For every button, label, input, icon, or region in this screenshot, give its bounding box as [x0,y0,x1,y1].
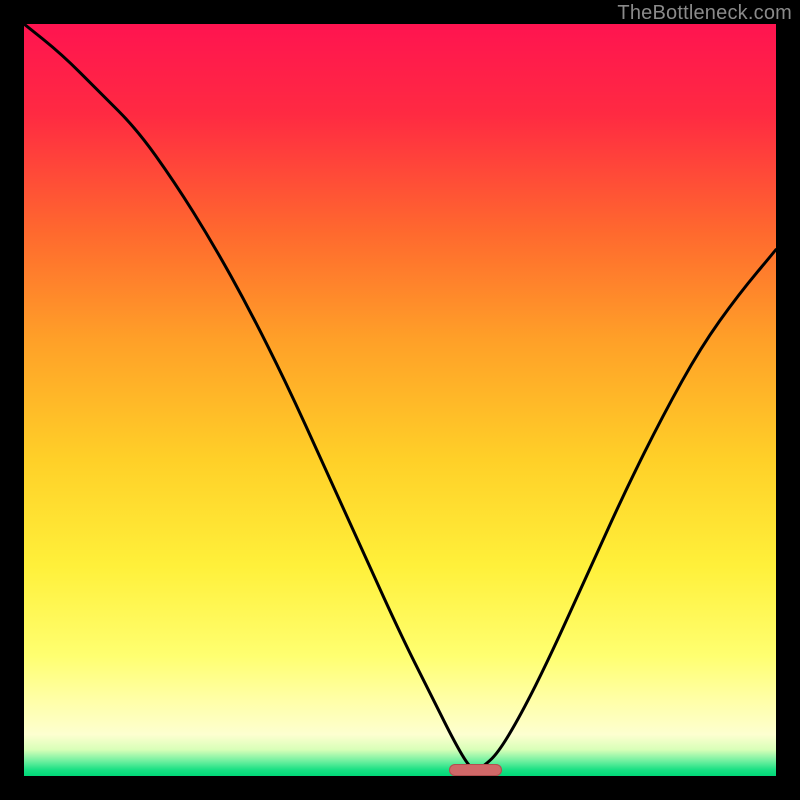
optimal-marker [449,764,502,776]
watermark-text: TheBottleneck.com [617,2,792,25]
chart-frame: TheBottleneck.com [0,0,800,800]
bottleneck-curve [24,24,776,776]
plot-area [24,24,776,776]
